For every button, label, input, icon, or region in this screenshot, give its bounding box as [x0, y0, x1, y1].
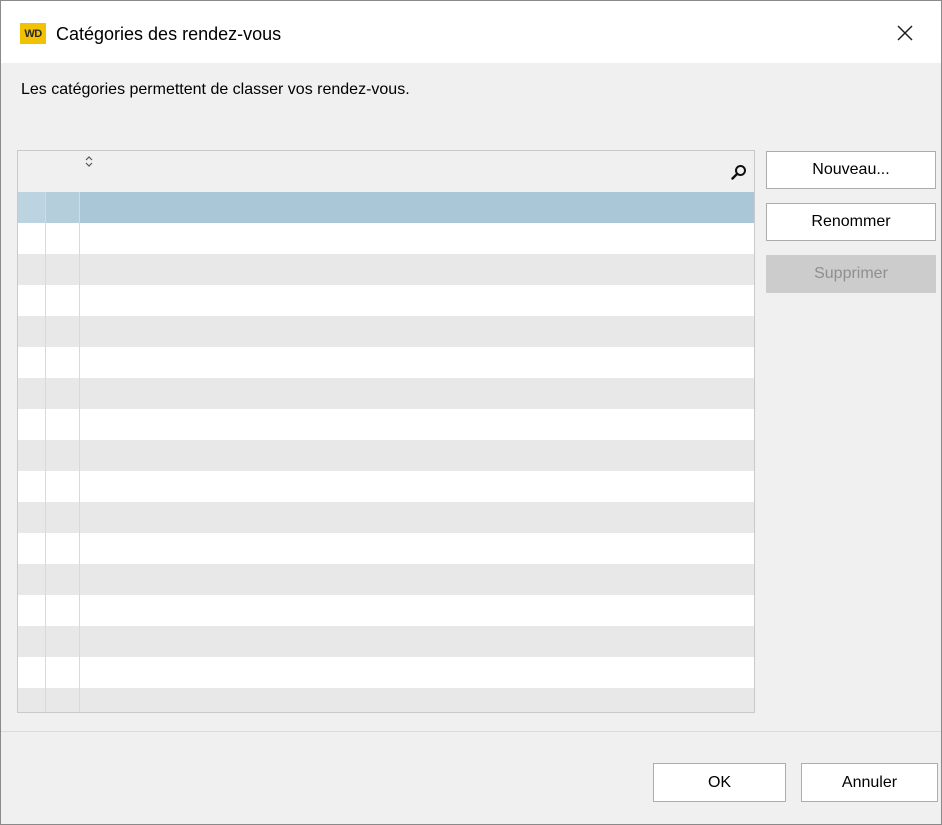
table-row[interactable] — [18, 223, 754, 254]
row-cell — [45, 192, 79, 223]
table-row[interactable] — [18, 254, 754, 285]
table-row[interactable] — [18, 564, 754, 595]
app-logo-icon: WD — [20, 23, 46, 44]
footer-divider — [1, 731, 941, 732]
table-row[interactable] — [18, 378, 754, 409]
dialog-window: WD Catégories des rendez-vous Les catégo… — [0, 0, 942, 825]
window-title: Catégories des rendez-vous — [56, 24, 282, 44]
table-row[interactable] — [18, 285, 754, 316]
close-icon — [897, 25, 913, 41]
title-bar: WD Catégories des rendez-vous — [1, 1, 941, 63]
close-button[interactable] — [881, 15, 929, 51]
app-logo-text: WD — [24, 27, 42, 40]
sort-icon[interactable] — [82, 154, 96, 168]
table-row[interactable] — [18, 657, 754, 688]
table-row[interactable] — [18, 595, 754, 626]
description-text: Les catégories permettent de classer vos… — [21, 81, 410, 98]
table-row[interactable] — [18, 409, 754, 440]
table-header — [18, 151, 754, 192]
table-row[interactable] — [18, 347, 754, 378]
table-row[interactable] — [18, 626, 754, 657]
row-cell — [18, 192, 45, 223]
cancel-button[interactable]: Annuler — [801, 763, 938, 802]
categories-table[interactable] — [17, 150, 755, 713]
table-row[interactable] — [18, 533, 754, 564]
delete-button[interactable]: Supprimer — [766, 255, 936, 293]
column-divider — [45, 192, 46, 712]
table-row[interactable] — [18, 316, 754, 347]
table-row[interactable] — [18, 502, 754, 533]
table-row[interactable] — [18, 471, 754, 502]
new-button[interactable]: Nouveau... — [766, 151, 936, 189]
column-divider — [79, 192, 80, 712]
rename-button[interactable]: Renommer — [766, 203, 936, 241]
table-row-selected[interactable] — [18, 192, 754, 223]
table-row[interactable] — [18, 688, 754, 712]
search-icon[interactable] — [731, 164, 747, 180]
ok-button[interactable]: OK — [653, 763, 786, 802]
table-row[interactable] — [18, 440, 754, 471]
